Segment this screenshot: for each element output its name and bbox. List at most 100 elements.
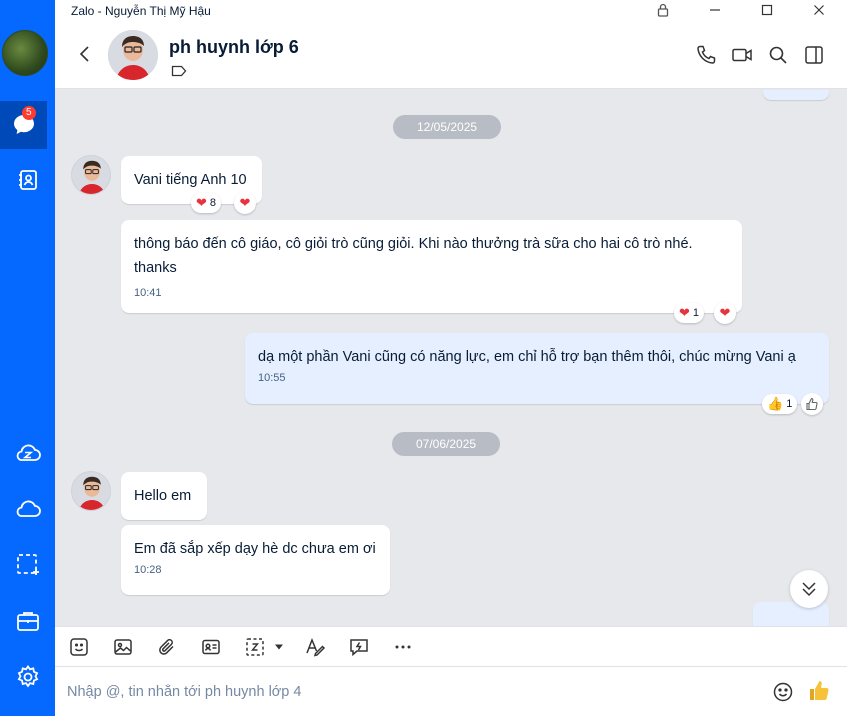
nav-settings[interactable] — [0, 653, 55, 701]
sender-avatar[interactable] — [71, 471, 111, 511]
message-text: Vani tiếng Anh 10 — [134, 172, 247, 188]
window-title: Zalo - Nguyễn Thị Mỹ Hậu — [71, 4, 211, 18]
thumbs-up-icon: 👍 — [767, 396, 784, 411]
close-icon — [814, 5, 824, 15]
lock-icon — [657, 3, 669, 17]
reaction-count: 1 — [786, 398, 793, 410]
message-input[interactable] — [67, 679, 747, 705]
briefcase-icon — [16, 612, 39, 631]
reaction-count: 8 — [209, 197, 217, 209]
lock-button[interactable] — [643, 0, 683, 20]
more-options-button[interactable] — [392, 636, 414, 658]
person-portrait-icon — [108, 30, 158, 80]
reaction-count: 1 — [692, 307, 700, 319]
screenshot-icon — [16, 554, 39, 575]
maximize-button[interactable] — [747, 0, 787, 20]
emoji-button[interactable] — [772, 681, 794, 703]
message-time: 10:55 — [258, 372, 286, 384]
video-call-button[interactable] — [731, 44, 753, 66]
thumbs-up-outline-icon — [806, 397, 818, 411]
sticker-button[interactable] — [68, 636, 90, 658]
thumbs-up-icon — [810, 681, 829, 701]
search-icon — [769, 46, 787, 64]
search-button[interactable] — [767, 44, 789, 66]
message-text: Hello em — [134, 488, 192, 504]
sidebar-toggle-button[interactable] — [803, 44, 825, 66]
left-nav: 5 — [0, 0, 55, 716]
quick-like-button[interactable] — [807, 679, 831, 703]
title-bar: Zalo - Nguyễn Thị Mỹ Hậu — [55, 0, 847, 20]
composer — [55, 667, 847, 716]
message-time: 10:28 — [134, 564, 162, 576]
reaction-summary[interactable]: ❤ 8 — [191, 193, 222, 213]
group-avatar[interactable] — [108, 30, 158, 80]
message-text: Em đã sắp xếp dạy hè dc chưa em ơi — [134, 541, 376, 557]
attachment-button[interactable] — [156, 636, 178, 658]
nav-contacts[interactable] — [0, 156, 55, 204]
maximize-icon — [761, 4, 773, 16]
person-portrait-icon — [72, 156, 110, 194]
unread-badge: 5 — [22, 106, 36, 120]
heart-icon: ❤ — [679, 305, 690, 320]
screenshot-options-dropdown[interactable] — [268, 636, 290, 658]
message-text: dạ một phần Vani cũng có năng lực, em ch… — [258, 349, 796, 365]
chevron-left-icon — [79, 46, 89, 62]
person-portrait-icon — [72, 472, 110, 510]
chat-header: ph huynh lớp 6 — [55, 20, 847, 89]
video-call-icon — [732, 48, 752, 62]
call-button[interactable] — [695, 44, 717, 66]
scroll-to-bottom-button[interactable] — [790, 570, 828, 608]
user-avatar[interactable] — [2, 30, 48, 76]
message-bubble[interactable]: Hello em — [121, 472, 207, 520]
message-bubble[interactable]: thông báo đến cô giáo, cô giỏi trò cũng … — [121, 220, 742, 313]
chat-title[interactable]: ph huynh lớp 6 — [169, 37, 299, 58]
attachment-icon — [159, 638, 174, 655]
my-message-bubble[interactable]: dạ một phần Vani cũng có năng lực, em ch… — [245, 333, 829, 404]
tag-icon — [171, 65, 187, 77]
reaction-summary[interactable]: ❤ 1 — [674, 303, 705, 323]
double-chevron-down-icon — [802, 582, 816, 597]
cloud-icon — [16, 500, 41, 517]
react-button[interactable] — [801, 393, 823, 415]
quick-message-icon — [350, 639, 368, 657]
heart-icon: ❤ — [196, 195, 207, 210]
nav-cloud[interactable] — [0, 485, 55, 533]
sender-avatar[interactable] — [71, 155, 111, 195]
minimize-icon — [710, 9, 720, 11]
minimize-button[interactable] — [695, 0, 735, 20]
quick-message-button[interactable] — [348, 636, 370, 658]
zcloud-icon — [16, 444, 41, 461]
message-text: thông báo đến cô giáo, cô giỏi trò cũng … — [134, 236, 693, 276]
image-button[interactable] — [112, 636, 134, 658]
date-separator: 07/06/2025 — [392, 432, 501, 456]
screenshot-icon — [246, 638, 264, 656]
close-button[interactable] — [799, 0, 839, 20]
sidebar-toggle-icon — [805, 46, 823, 64]
text-format-icon — [306, 637, 326, 657]
message-list[interactable]: 12/05/2025 Vani tiếng Anh 10 ❤ 8 ❤ thông… — [55, 90, 847, 626]
sticker-icon — [70, 638, 88, 656]
nav-messages[interactable]: 5 — [0, 101, 47, 149]
date-separator: 12/05/2025 — [393, 115, 502, 139]
tag-button[interactable] — [171, 64, 187, 82]
call-icon — [697, 45, 716, 64]
contact-card-button[interactable] — [200, 636, 222, 658]
message-time: 10:41 — [134, 287, 162, 299]
contacts-icon — [18, 170, 37, 190]
nav-screenshot[interactable] — [0, 541, 55, 589]
screenshot-button[interactable] — [244, 636, 266, 658]
previous-message-bubble[interactable] — [763, 90, 829, 100]
composer-toolbar — [55, 626, 847, 667]
message-bubble[interactable]: Em đã sắp xếp dạy hè dc chưa em ơi 10:28 — [121, 525, 390, 595]
nav-zcloud[interactable] — [0, 429, 55, 477]
text-format-button[interactable] — [304, 636, 326, 658]
reaction-summary[interactable]: 👍 1 — [762, 394, 798, 414]
back-button[interactable] — [75, 42, 95, 66]
contact-card-icon — [202, 639, 220, 655]
nav-briefcase[interactable] — [0, 597, 55, 645]
react-button[interactable]: ❤ — [714, 302, 736, 324]
dropdown-icon — [275, 644, 283, 650]
settings-icon — [17, 664, 38, 688]
heart-icon: ❤ — [239, 195, 251, 210]
react-button[interactable]: ❤ — [234, 192, 256, 214]
